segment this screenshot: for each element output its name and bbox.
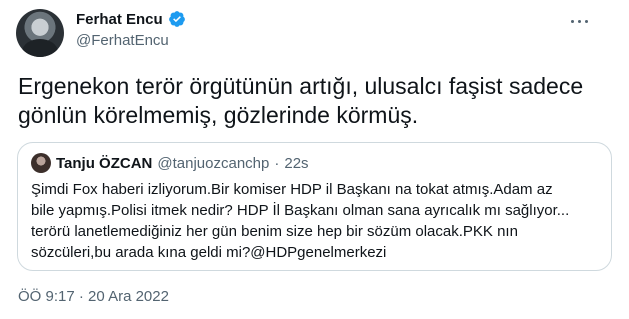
separator-dot: ·	[78, 288, 84, 305]
dot	[584, 19, 588, 23]
quoted-tweet-time: 22s	[284, 154, 309, 172]
author-avatar[interactable]	[16, 9, 64, 57]
tweet-timestamp[interactable]: ÖÖ 9:17 · 20 Ara 2022	[18, 288, 169, 305]
dot	[577, 19, 581, 23]
quoted-tweet-card[interactable]: Tanju ÖZCAN @tanjuozcanchp · 22s Şimdi F…	[17, 142, 612, 271]
author-name[interactable]: Ferhat Encu	[76, 11, 163, 28]
tweet-time: ÖÖ 9:17	[18, 288, 75, 305]
author-name-row[interactable]: Ferhat Encu	[76, 10, 186, 28]
more-options-icon[interactable]	[562, 7, 596, 35]
quoted-text-line: terörü lanetlemediğiniz her gün benim si…	[31, 223, 518, 240]
tweet-date: 20 Ara 2022	[88, 288, 169, 305]
verified-badge-icon	[168, 11, 185, 27]
dot	[570, 19, 574, 23]
quoted-text-line: Şimdi Fox haberi izliyorum.Bir komiser H…	[31, 181, 553, 198]
quoted-text-line: sözcüleri,bu arada kına geldi mi?@HDPgen…	[31, 244, 387, 261]
quoted-author-avatar	[31, 153, 51, 173]
quoted-author-handle: @tanjuozcanchp	[157, 154, 270, 172]
quoted-tweet-text: Şimdi Fox haberi izliyorum.Bir komiser H…	[31, 179, 601, 263]
author-handle[interactable]: @FerhatEncu	[76, 32, 169, 49]
tweet-text: Ergenekon terör örgütünün artığı, ulusal…	[18, 73, 584, 128]
quoted-text-line: bile yapmış.Polisi itmek nedir? HDP İl B…	[31, 202, 570, 219]
avatar-figure	[22, 39, 58, 57]
separator-dot: ·	[274, 154, 280, 172]
quoted-tweet-header: Tanju ÖZCAN @tanjuozcanchp · 22s	[31, 153, 309, 173]
quoted-author-name: Tanju ÖZCAN	[56, 154, 153, 172]
